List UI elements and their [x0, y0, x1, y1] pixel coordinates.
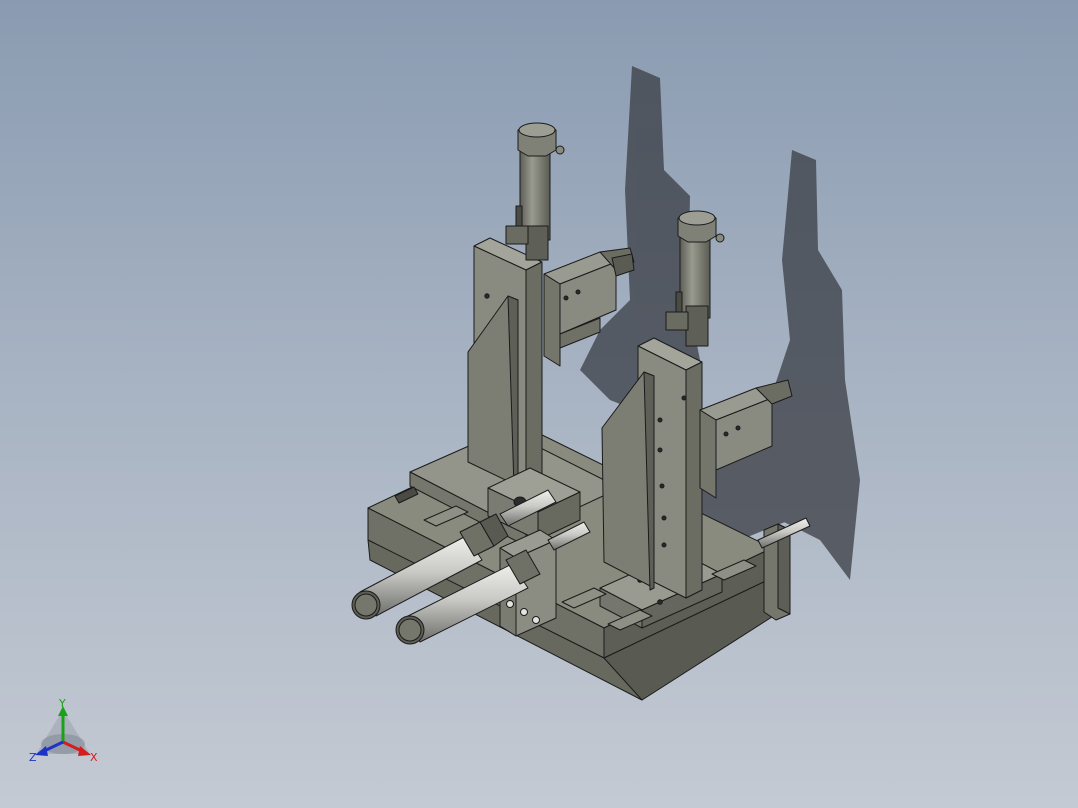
assembly-model[interactable]	[0, 0, 1078, 808]
x-axis-label: X	[90, 751, 98, 764]
y-axis-label: Y	[59, 697, 66, 710]
graphics-viewport[interactable]: Y X Z	[0, 0, 1078, 808]
z-axis-label: Z	[29, 751, 37, 764]
left-vertical-cylinder[interactable]	[505, 122, 565, 261]
stop-bracket[interactable]	[757, 517, 811, 621]
right-gusset[interactable]	[601, 371, 655, 591]
